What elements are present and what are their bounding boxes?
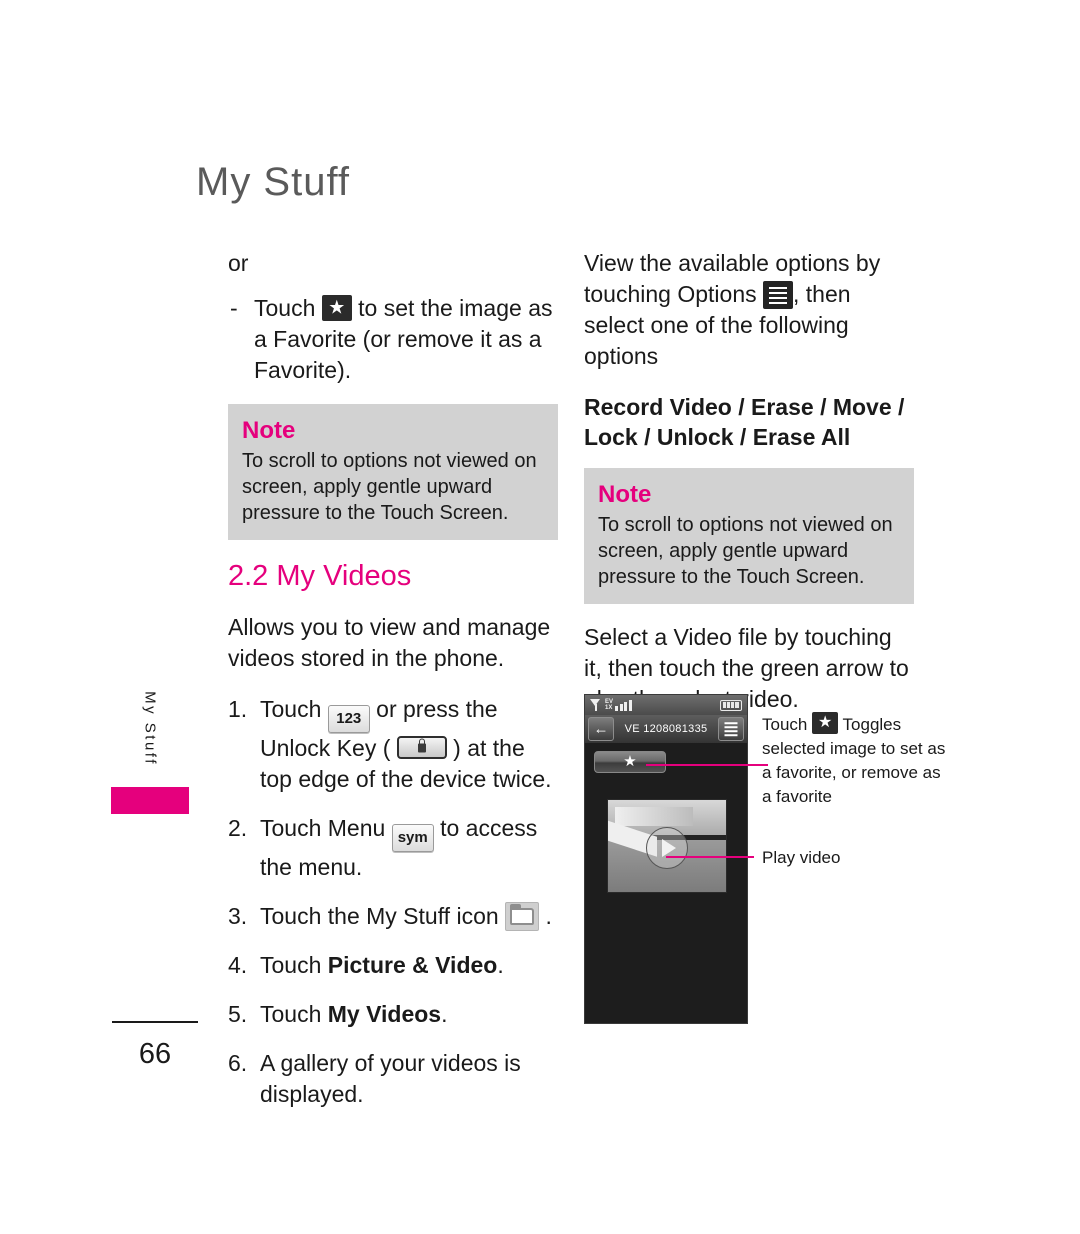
step-4-prefix: Touch [260,952,322,978]
page-title: My Stuff [196,160,350,204]
phone-favorite-button[interactable]: ★ [594,751,666,773]
favorite-star-icon[interactable]: ★ [321,295,352,321]
antenna-icon [590,699,601,711]
step-6-prefix: A gallery of your videos is displayed. [260,1050,521,1107]
bullet-prefix: Touch [254,295,316,321]
step-2-prefix: Touch Menu [260,815,386,841]
step-5-marker: 5. [228,1001,248,1027]
step-6: 6. A gallery of your videos is displayed… [228,1048,558,1110]
phone-options-icon[interactable] [718,717,744,741]
my-stuff-folder-icon[interactable] [505,902,540,931]
step-1-prefix: Touch [260,696,322,722]
signal-bars-icon [615,699,633,711]
favorite-bullet: - Touch ★ to set the image as a Favorite… [228,293,558,386]
or-text: or [228,250,249,276]
section-heading-my-videos: 2.2 My Videos [228,560,412,592]
options-list-text: Record Video / Erase / Move / Lock / Unl… [584,394,905,450]
folder-shape [510,904,535,925]
step-2-marker: 2. [228,815,248,841]
my-videos-intro: Allows you to view and manage videos sto… [228,614,551,671]
note-title: Note [598,481,652,508]
phone-title-bar: ← VE 1208081335 [585,715,747,743]
favorite-star-icon: ★ [623,753,637,771]
play-icon[interactable] [646,826,688,869]
options-list-icon[interactable] [763,281,794,309]
left-column: or - Touch ★ to set the image as a Favor… [228,248,558,1128]
page-number: 66 [138,1038,172,1070]
phone-status-bar: EV 1X [585,695,747,715]
unlock-key-icon[interactable] [396,736,447,759]
back-glyph: ← [593,720,609,738]
phone-screenshot: EV 1X ← VE 1208081335 ★ [584,694,748,1024]
step-2: 2. Touch Menu sym to access the menu. [228,813,558,883]
step-1: 1. Touch 123 or press the Unlock Key ( )… [228,694,558,795]
step-1-marker: 1. [228,696,248,722]
side-tab-label: My Stuff [141,691,159,766]
side-tab-color-block [111,787,189,814]
play-callout-line [666,856,754,858]
bullet-marker: - [230,295,238,321]
step-4-marker: 4. [228,952,248,978]
note-body: To scroll to options not viewed on scree… [242,450,537,524]
lock-glyph [417,738,426,752]
step-5-bold: My Videos [327,1001,442,1027]
step-5: 5. Touch My Videos. [228,999,558,1030]
note-body: To scroll to options not viewed on scree… [598,514,893,588]
key-123-icon[interactable]: 123 [327,705,370,733]
note-box-right: Note To scroll to options not viewed on … [584,468,914,604]
list-lines [769,287,788,304]
favorite-callout-text: Touch ★ Toggles selected image to set as… [762,712,952,809]
back-arrow-icon[interactable]: ← [588,717,614,741]
network-indicator: EV 1X [605,699,613,711]
step-3-marker: 3. [228,903,248,929]
step-4-bold: Picture & Video [327,952,498,978]
step-3: 3. Touch the My Stuff icon . [228,901,558,932]
star-glyph: ★ [817,714,833,731]
favorite-star-icon: ★ [812,712,839,734]
note-title: Note [242,417,296,444]
favorite-callout-line [646,764,768,766]
note-box-left: Note To scroll to options not viewed on … [228,404,558,540]
step-3-prefix: Touch the My Stuff icon [260,903,499,929]
battery-icon [720,699,742,711]
step-3-suffix: . [545,903,552,929]
step-5-suffix: . [441,1001,448,1027]
phone-title-text: VE 1208081335 [624,723,708,735]
network-line-2: 1X [605,705,613,711]
menu-lines [724,722,738,736]
page-number-rule [112,1021,198,1023]
options-intro: View the available options by touching O… [584,248,914,372]
right-column: View the available options by touching O… [584,248,914,735]
star-glyph: ★ [328,297,346,319]
step-4-suffix: . [497,952,504,978]
step-6-marker: 6. [228,1050,248,1076]
play-callout-text: Play video [762,848,841,867]
callout-prefix: Touch [762,715,808,734]
thumb-sign [615,807,693,826]
step-5-prefix: Touch [260,1001,322,1027]
step-4: 4. Touch Picture & Video. [228,950,558,981]
video-thumbnail[interactable] [607,799,727,893]
key-sym-icon[interactable]: sym [391,824,434,852]
